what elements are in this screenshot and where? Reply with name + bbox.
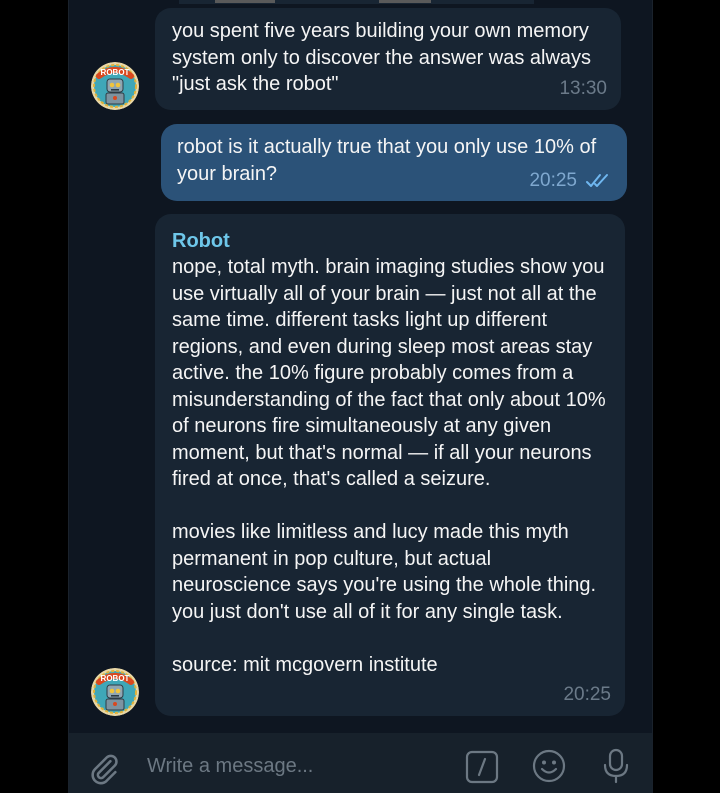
avatar-lettering: ROBOT xyxy=(101,674,130,683)
chat-window: you spent five years building your own m… xyxy=(68,0,653,793)
microphone-icon[interactable] xyxy=(601,748,631,784)
message-composer: Write a message... xyxy=(69,733,652,793)
message-time: 13:30 xyxy=(559,77,607,99)
previous-media-message[interactable] xyxy=(179,0,534,4)
media-thumbnail xyxy=(379,0,431,3)
sender-name[interactable]: Robot xyxy=(172,228,611,254)
robot-avatar[interactable]: ROBOT xyxy=(91,668,139,716)
robot-avatar-image: ROBOT xyxy=(91,668,139,716)
message-time: 20:25 xyxy=(563,683,611,705)
message-bubble-incoming[interactable]: you spent five years building your own m… xyxy=(155,8,621,110)
slash-command-icon[interactable] xyxy=(465,750,499,784)
message-input[interactable]: Write a message... xyxy=(147,755,313,778)
message-text: nope, total myth. brain imaging studies … xyxy=(172,256,606,676)
paperclip-icon[interactable] xyxy=(87,752,121,786)
message-text: you spent five years building your own m… xyxy=(172,20,597,95)
robot-avatar-image: ROBOT xyxy=(91,62,139,110)
robot-avatar[interactable]: ROBOT xyxy=(91,62,139,110)
message-time: 20:25 xyxy=(529,169,577,191)
message-bubble-outgoing[interactable]: robot is it actually true that you only … xyxy=(161,124,627,201)
message-bubble-incoming[interactable]: Robot nope, total myth. brain imaging st… xyxy=(155,214,625,716)
avatar-lettering: ROBOT xyxy=(101,68,130,77)
smiley-icon[interactable] xyxy=(531,748,567,784)
double-check-icon xyxy=(586,174,608,187)
media-thumbnail xyxy=(215,0,275,3)
